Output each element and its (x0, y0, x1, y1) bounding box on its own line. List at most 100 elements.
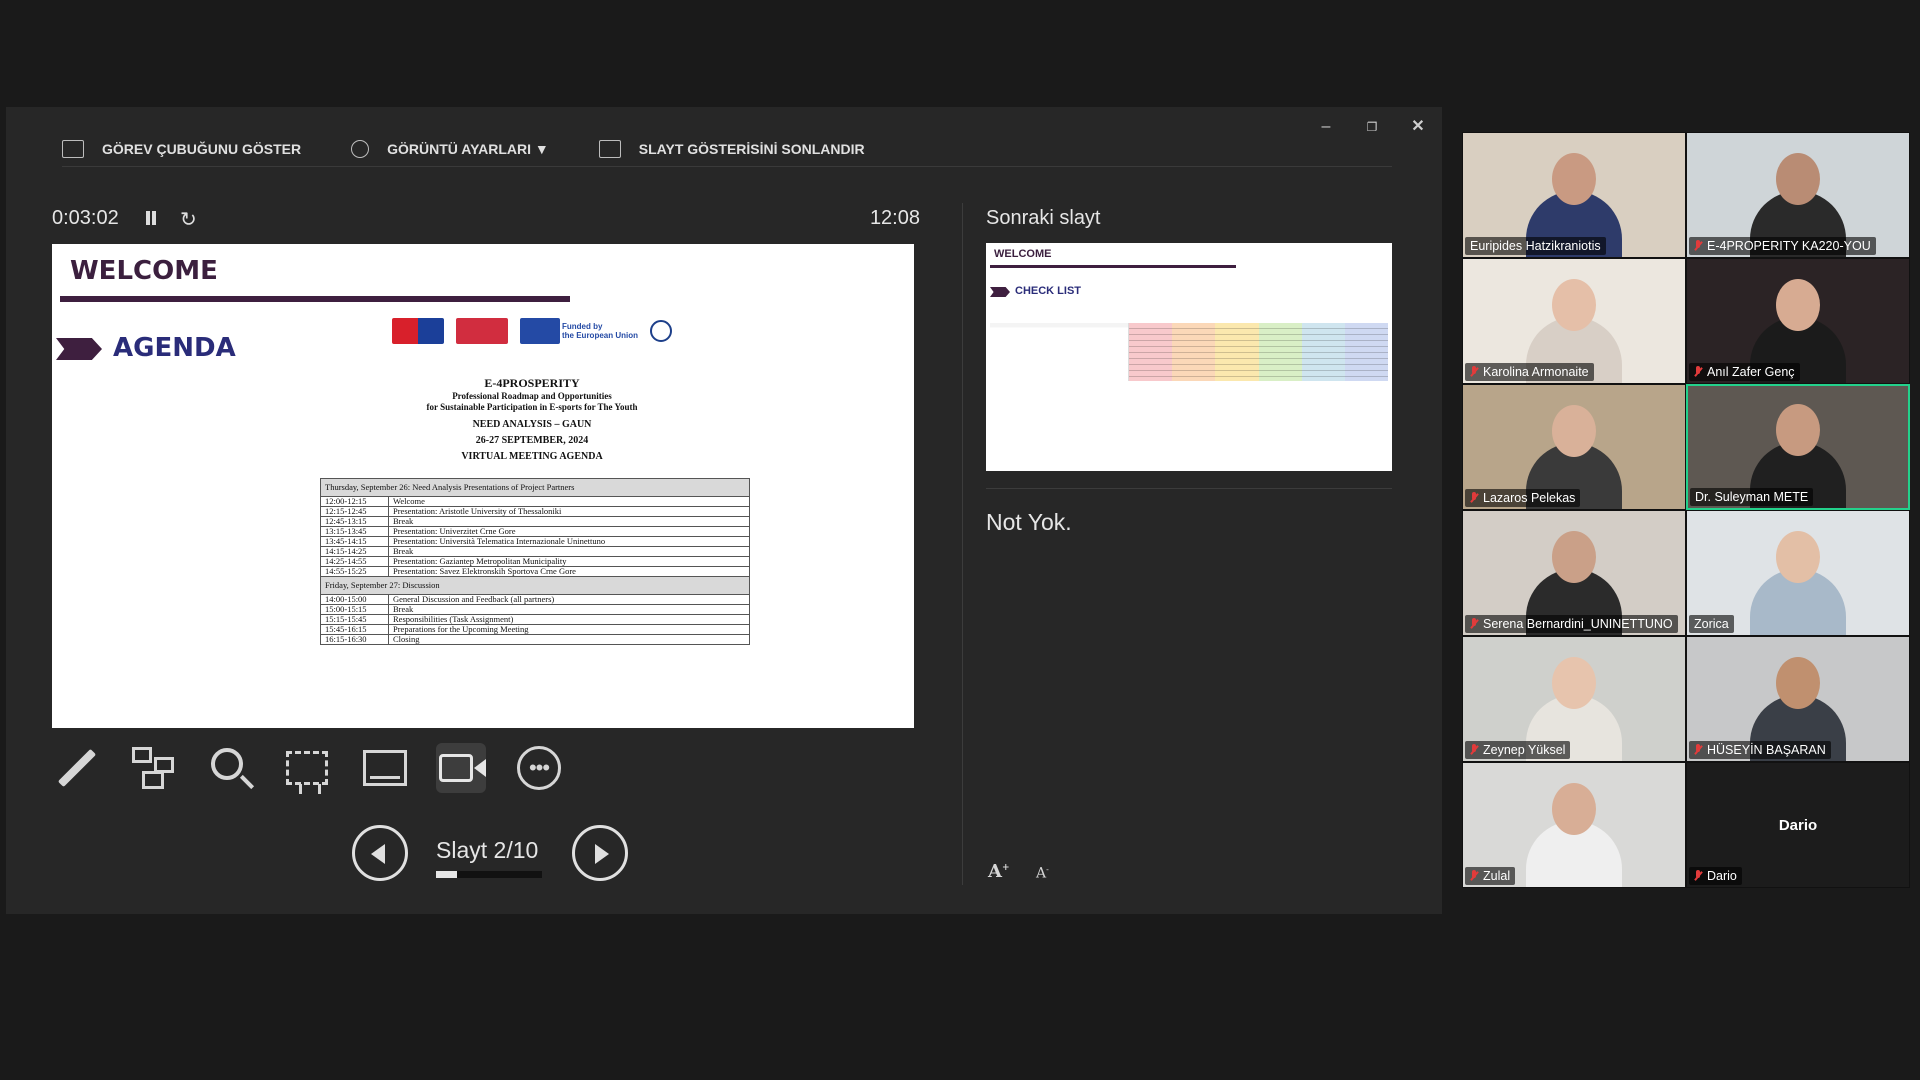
decrease-font-icon[interactable]: A- (1036, 865, 1049, 882)
participant-video-head (1552, 405, 1596, 457)
participant-tile[interactable]: Euripides Hatzikraniotis (1462, 132, 1686, 258)
agenda-row: 12:00-12:15 Welcome (320, 496, 750, 507)
taskbar-icon (62, 139, 84, 158)
agenda-row: 12:45-13:15 Break (320, 516, 750, 527)
elapsed-timer: 0:03:02 (52, 207, 119, 229)
chevron-arrow-icon (990, 287, 1010, 297)
zoom-icon[interactable] (206, 743, 256, 793)
timer-row: 0:03:02 ↻ 12:08 (52, 207, 920, 233)
previous-slide-button[interactable] (352, 825, 408, 881)
participant-video-head (1552, 153, 1596, 205)
participant-name: Lazaros Pelekas (1483, 491, 1576, 505)
slides-grid-icon[interactable] (128, 743, 178, 793)
participant-tile[interactable]: Zulal (1462, 762, 1686, 888)
agenda-item: Presentation: Università Telematica Inte… (388, 536, 750, 547)
agenda-time: 13:15-13:45 (320, 526, 389, 537)
agenda-row: 14:55-15:25 Presentation: Savez Elektrons… (320, 566, 750, 577)
participant-tile[interactable]: Serena Bernardini_UNINETTUNO (1462, 510, 1686, 636)
agenda-row: 15:45-16:15 Preparations for the Upcoming… (320, 624, 750, 635)
agenda-time: 14:15-14:25 (320, 546, 389, 557)
participant-tile[interactable]: E-4PROPERITY KA220-YOU (1686, 132, 1910, 258)
participant-tile[interactable]: HÜSEYİN BAŞARAN (1686, 636, 1910, 762)
participant-video-head (1552, 783, 1596, 835)
agenda-item: Break (388, 516, 750, 527)
participant-nameplate: Dario (1689, 867, 1742, 885)
presenter-tools: ••• (52, 743, 572, 797)
subtitles-icon[interactable] (360, 743, 410, 793)
agenda-row: 12:15-12:45 Presentation: Aristotle Unive… (320, 506, 750, 517)
next-slide-preview[interactable]: WELCOME CHECK LIST (986, 243, 1392, 471)
speaker-notes: Not Yok. (986, 509, 1072, 535)
agenda-item: Presentation: Aristotle University of Th… (388, 506, 750, 517)
next-slide-title: WELCOME (994, 248, 1052, 260)
agenda-row: 16:15-16:30 Closing (320, 634, 750, 645)
participant-name: Karolina Armonaite (1483, 365, 1589, 379)
participant-tile[interactable]: Karolina Armonaite (1462, 258, 1686, 384)
show-taskbar-button[interactable]: GÖREV ÇUBUĞUNU GÖSTER (62, 139, 302, 158)
mic-muted-icon (1694, 240, 1702, 252)
participant-nameplate: Lazaros Pelekas (1465, 489, 1581, 507)
agenda-section-header: Friday, September 27: Discussion (320, 576, 750, 595)
increase-font-icon[interactable]: A+ (988, 861, 1010, 882)
agenda-item: Closing (388, 634, 750, 645)
slide-counter[interactable]: Slayt 2/10 (436, 837, 538, 864)
participant-name: Zulal (1483, 869, 1511, 883)
project-line3: NEED ANALYSIS – GAUN (472, 419, 592, 430)
project-line1: Professional Roadmap and Opportunities (452, 391, 612, 401)
participant-nameplate: Serena Bernardini_UNINETTUNO (1465, 615, 1678, 633)
display-settings-button[interactable]: GÖRÜNTÜ AYARLARI ▼ (351, 139, 549, 158)
chevron-arrow-icon (56, 338, 102, 360)
mic-muted-icon (1470, 870, 1478, 882)
participant-tile[interactable]: Dario Dario (1686, 762, 1910, 888)
participant-nameplate: Zulal (1465, 867, 1516, 885)
agenda-time: 14:55-15:25 (320, 566, 389, 577)
pen-icon[interactable] (52, 743, 102, 793)
current-slide[interactable]: WELCOME AGENDA Funded by the European Un… (52, 244, 914, 728)
display-settings-label: GÖRÜNTÜ AYARLARI ▼ (387, 140, 549, 157)
participant-tile[interactable]: Lazaros Pelekas (1462, 384, 1686, 510)
agenda-time: 12:00-12:15 (320, 496, 389, 507)
close-icon[interactable]: ✕ (1408, 117, 1428, 137)
pause-icon[interactable] (144, 211, 158, 227)
next-slide-button[interactable] (572, 825, 628, 881)
mic-muted-icon (1470, 618, 1478, 630)
partner-logos: Funded by the European Union (392, 318, 684, 344)
participant-tile[interactable]: Dr. Suleyman METE (1686, 384, 1910, 510)
more-options-icon[interactable]: ••• (514, 743, 564, 793)
mic-muted-icon (1470, 492, 1478, 504)
end-slideshow-icon (598, 139, 621, 158)
participant-nameplate: HÜSEYİN BAŞARAN (1689, 741, 1831, 759)
agenda-item: General Discussion and Feedback (all par… (388, 594, 750, 605)
participant-tile[interactable]: Zorica (1686, 510, 1910, 636)
show-taskbar-label: GÖREV ÇUBUĞUNU GÖSTER (102, 140, 302, 157)
participant-name: Euripides Hatzikraniotis (1470, 239, 1601, 253)
display-settings-icon (351, 139, 370, 158)
funded-by-line1: Funded by (562, 322, 603, 331)
laser-pointer-icon[interactable] (282, 743, 332, 794)
slide-title-rule (60, 296, 570, 302)
agenda-time: 15:00-15:15 (320, 604, 389, 615)
participant-tile[interactable]: Anıl Zafer Genç (1686, 258, 1910, 384)
slide-navigation: Slayt 2/10 (352, 825, 630, 881)
participant-display-name: Dario (1778, 817, 1818, 834)
end-slideshow-button[interactable]: SLAYT GÖSTERİSİNİ SONLANDIR (598, 139, 865, 158)
camera-icon[interactable] (436, 743, 486, 793)
participant-video-head (1776, 657, 1820, 709)
participant-nameplate: E-4PROPERITY KA220-YOU (1689, 237, 1876, 255)
mic-muted-icon (1470, 744, 1478, 756)
participant-video-head (1776, 279, 1820, 331)
notes-divider (986, 488, 1392, 489)
participant-name: Dr. Suleyman METE (1695, 490, 1809, 504)
turkey-eu-flag-logo (392, 318, 444, 344)
participant-name: Dario (1707, 869, 1737, 883)
agenda-item: Welcome (388, 496, 750, 507)
eu-flag-logo (520, 318, 560, 344)
agenda-time: 13:45-14:15 (320, 536, 389, 547)
next-slide-label: Sonraki slayt (986, 207, 1101, 229)
agenda-time: 16:15-16:30 (320, 634, 389, 645)
participant-tile[interactable]: Zeynep Yüksel (1462, 636, 1686, 762)
agenda-item: Break (388, 604, 750, 615)
end-slideshow-label: SLAYT GÖSTERİSİNİ SONLANDIR (638, 140, 865, 157)
reset-timer-icon[interactable]: ↻ (180, 207, 197, 232)
agenda-time: 14:00-15:00 (320, 594, 389, 605)
